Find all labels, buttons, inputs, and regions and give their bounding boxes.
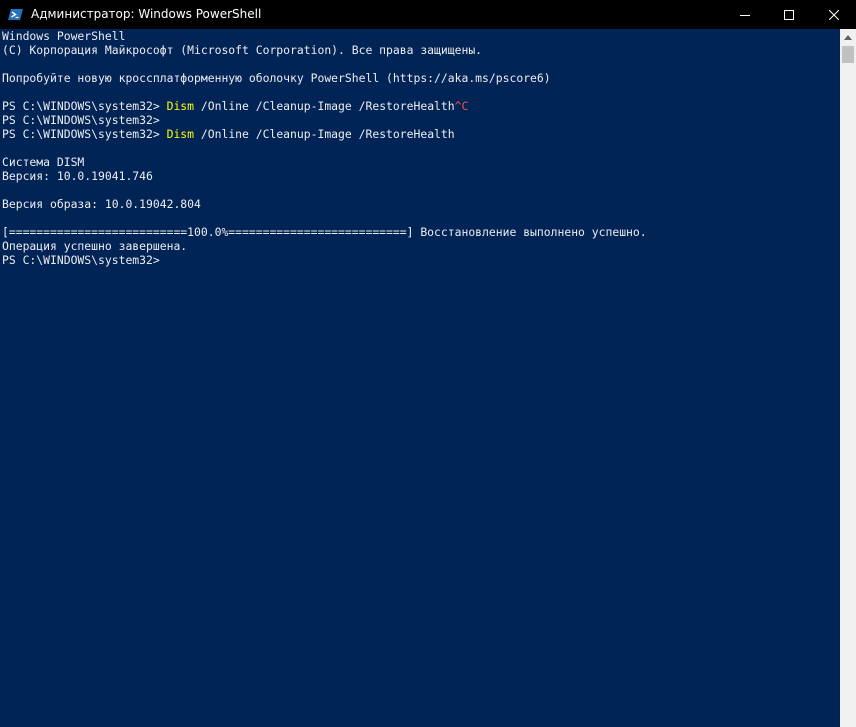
dism-title-line: Система DISM [2,155,85,169]
prompt: PS C:\WINDOWS\system32> [2,253,160,267]
dism-version-line: Версия: 10.0.19041.746 [2,169,153,183]
scroll-up-button[interactable] [840,29,856,45]
minimize-button[interactable] [722,0,768,29]
scrollbar-thumb[interactable] [842,46,854,63]
prompt: PS C:\WINDOWS\system32> [2,99,160,113]
command-args: /Online /Cleanup-Image /RestoreHealth [194,99,455,113]
copyright-line: (C) Корпорация Майкрософт (Microsoft Cor… [2,43,483,57]
powershell-window: Администратор: Windows PowerShell Window… [0,0,856,727]
prompt-line: PS C:\WINDOWS\system32> [2,253,160,267]
console-output[interactable]: Windows PowerShell (C) Корпорация Майкро… [0,29,840,727]
image-version-line: Версия образа: 10.0.19042.804 [2,197,201,211]
powershell-icon [8,9,23,20]
banner-line: Windows PowerShell [2,29,126,43]
vertical-scrollbar[interactable] [840,29,856,727]
maximize-icon [784,9,794,20]
window-title: Администратор: Windows PowerShell [31,7,262,21]
command-args: /Online /Cleanup-Image /RestoreHealth [194,127,455,141]
command-name: Dism [166,99,195,113]
minimize-icon [740,14,750,16]
command-line: PS C:\WINDOWS\system32> Dism /Online /Cl… [2,127,455,141]
command-name: Dism [166,127,195,141]
completed-line: Операция успешно завершена. [2,239,188,253]
prompt: PS C:\WINDOWS\system32> [2,113,160,127]
interrupt-marker: ^C [454,99,469,113]
prompt: PS C:\WINDOWS\system32> [2,127,160,141]
scroll-up-arrow-icon [844,34,852,40]
prompt-line: PS C:\WINDOWS\system32> [2,113,160,127]
title-bar[interactable]: Администратор: Windows PowerShell [0,0,856,29]
close-icon [829,9,839,20]
command-line: PS C:\WINDOWS\system32> Dism /Online /Cl… [2,99,468,113]
close-button[interactable] [811,0,856,29]
maximize-button[interactable] [766,0,812,29]
progress-line: [==========================100.0%=======… [2,225,647,239]
pscore-tip-line: Попробуйте новую кроссплатформенную обол… [2,71,551,85]
